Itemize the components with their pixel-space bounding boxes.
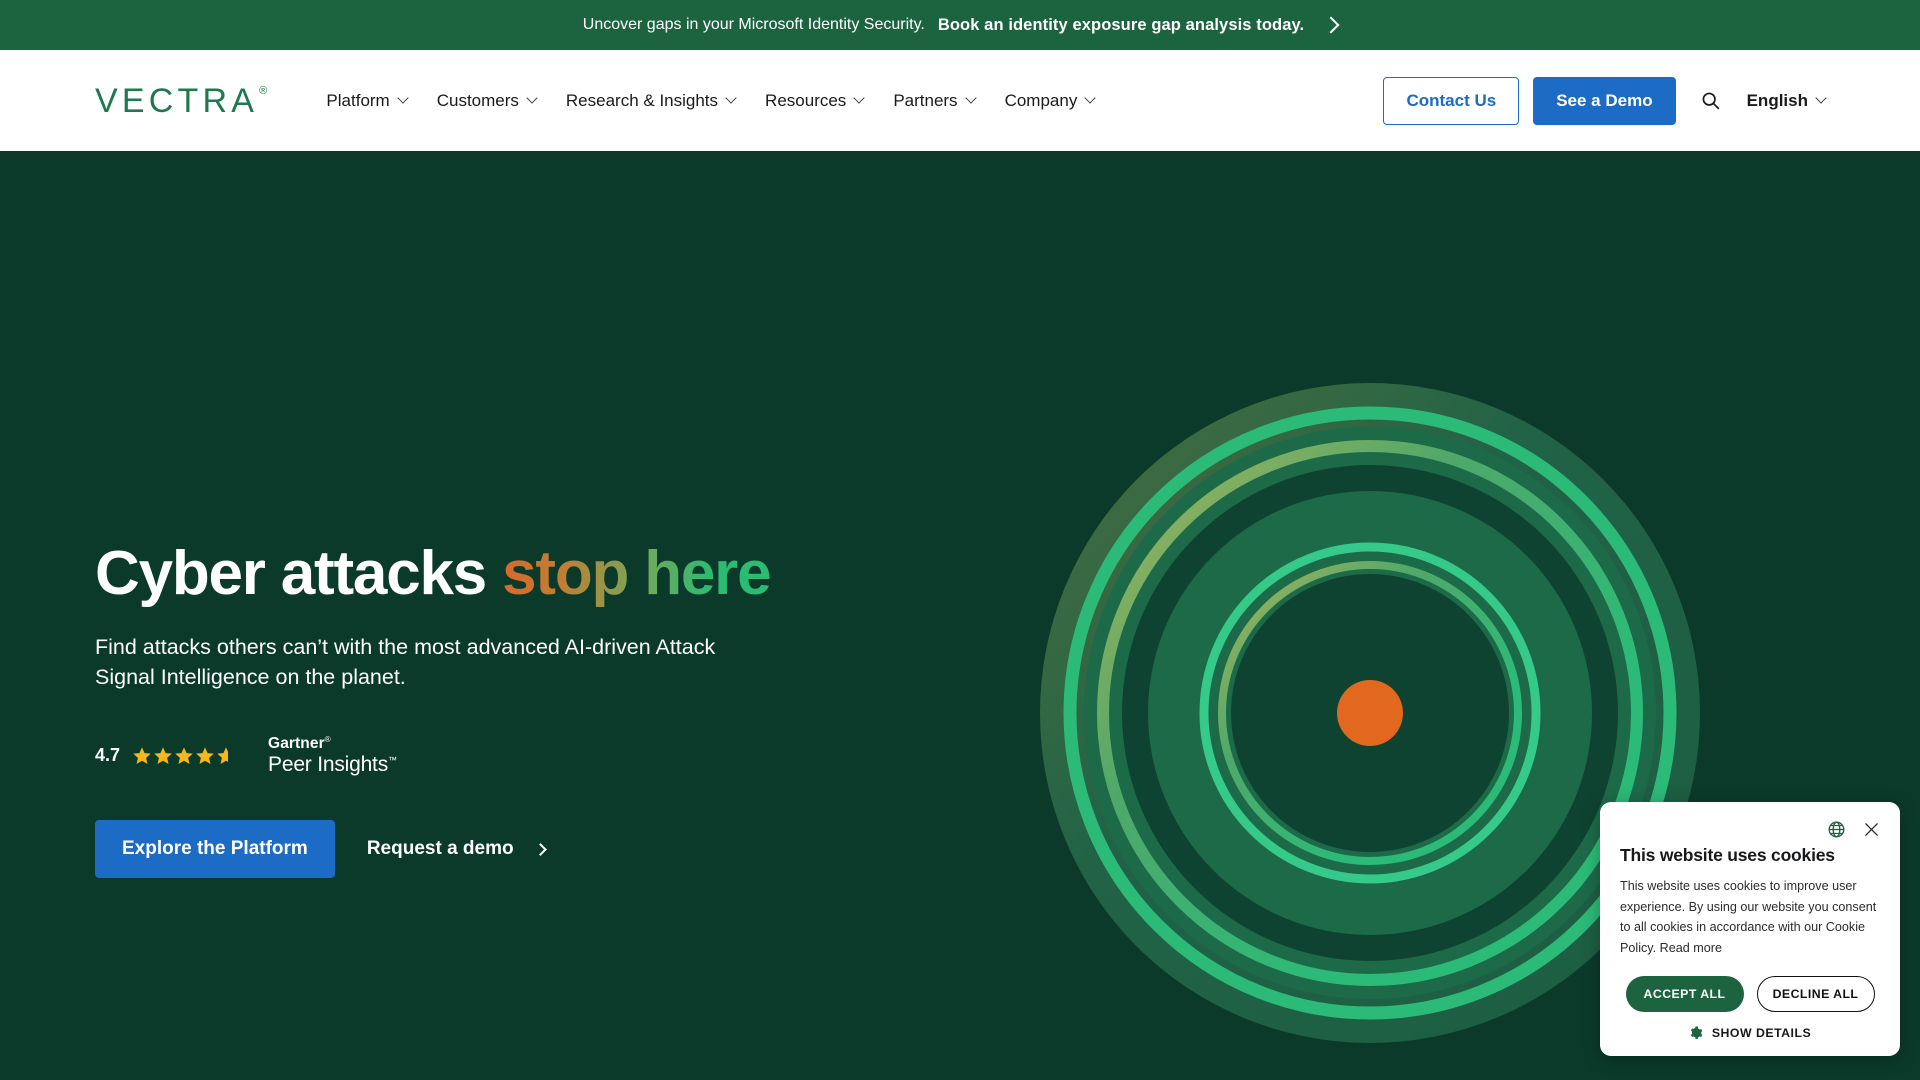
request-demo-label: Request a demo bbox=[366, 838, 514, 860]
accept-all-button[interactable]: ACCEPT ALL bbox=[1625, 976, 1744, 1012]
star-icon bbox=[196, 747, 214, 764]
cookie-close-button[interactable] bbox=[1863, 821, 1880, 838]
vectra-logo[interactable]: VECTRA ® bbox=[95, 84, 271, 118]
nav-item-label: Customers bbox=[436, 90, 519, 110]
chevron-down-icon bbox=[1815, 91, 1827, 104]
chevron-down-icon bbox=[1084, 91, 1096, 104]
hero-headline-gradient: stop here bbox=[502, 539, 771, 608]
nav-item-label: Company bbox=[1004, 90, 1078, 110]
globe-icon bbox=[1828, 821, 1845, 838]
peer-insights-label: Peer Insights bbox=[268, 752, 388, 776]
center-dot bbox=[1337, 680, 1403, 746]
close-icon bbox=[1865, 823, 1878, 836]
search-icon bbox=[1702, 92, 1719, 110]
nav-item-partners[interactable]: Partners bbox=[893, 90, 977, 111]
nav-item-label: Partners bbox=[893, 90, 958, 110]
logo-wordmark: VECTRA bbox=[95, 81, 259, 120]
nav-item-research-insights[interactable]: Research & Insights bbox=[565, 90, 737, 111]
announcement-link-label: Book an identity exposure gap analysis t… bbox=[937, 15, 1305, 34]
hero-content: Cyber attacks stop here Find attacks oth… bbox=[95, 541, 815, 879]
nav-actions: Contact Us See a Demo English bbox=[1383, 76, 1827, 125]
gartner-brand: Gartner® bbox=[268, 735, 397, 753]
registered-trademark-icon: ® bbox=[324, 734, 331, 744]
decline-all-button[interactable]: DECLINE ALL bbox=[1756, 976, 1875, 1012]
chevron-down-icon bbox=[725, 91, 737, 104]
star-icon bbox=[175, 747, 193, 764]
gartner-peer-insights-logo: Gartner® Peer Insights™ bbox=[268, 735, 397, 777]
show-details-label: SHOW DETAILS bbox=[1711, 1026, 1812, 1040]
show-details-button[interactable]: SHOW DETAILS bbox=[1620, 1026, 1880, 1040]
cookie-language-button[interactable] bbox=[1827, 820, 1846, 839]
chevron-right-icon bbox=[533, 842, 547, 856]
request-demo-button[interactable]: Request a demo bbox=[357, 820, 555, 878]
cookie-banner-actions: ACCEPT ALL DECLINE ALL bbox=[1620, 976, 1880, 1012]
explore-platform-button[interactable]: Explore the Platform bbox=[95, 820, 335, 879]
star-icon bbox=[154, 747, 172, 764]
hero-section: Cyber attacks stop here Find attacks oth… bbox=[0, 151, 1920, 1080]
chevron-down-icon bbox=[964, 91, 977, 104]
trademark-icon: ™ bbox=[388, 754, 397, 765]
cookie-banner-title: This website uses cookies bbox=[1620, 844, 1835, 865]
announcement-link[interactable]: Book an identity exposure gap analysis t… bbox=[938, 16, 1304, 35]
nav-item-customers[interactable]: Customers bbox=[436, 90, 538, 111]
nav-item-label: Platform bbox=[326, 90, 390, 110]
cookie-banner-header bbox=[1620, 820, 1880, 839]
nav-item-label: Resources bbox=[765, 90, 847, 110]
star-icon bbox=[133, 747, 151, 764]
gartner-brand-label: Gartner bbox=[268, 734, 325, 752]
hero-subheading: Find attacks others can’t with the most … bbox=[95, 634, 716, 690]
announcement-text: Uncover gaps in your Microsoft Identity … bbox=[582, 16, 925, 33]
cookie-consent-banner: This website uses cookies This website u… bbox=[1600, 801, 1900, 1056]
main-navigation: VECTRA ® Platform Customers Research & I… bbox=[0, 50, 1920, 151]
nav-item-platform[interactable]: Platform bbox=[326, 90, 409, 111]
see-a-demo-button[interactable]: See a Demo bbox=[1533, 76, 1676, 125]
rating-score: 4.7 bbox=[95, 745, 121, 766]
chevron-down-icon bbox=[853, 91, 865, 104]
language-selector[interactable]: English bbox=[1746, 90, 1827, 111]
hero-headline-plain: Cyber attacks bbox=[95, 539, 503, 608]
hero-cta-row: Explore the Platform Request a demo bbox=[95, 820, 815, 879]
search-button[interactable] bbox=[1700, 90, 1721, 111]
nav-links: Platform Customers Research & Insights R… bbox=[326, 90, 1096, 111]
peer-insights-brand: Peer Insights™ bbox=[268, 753, 397, 777]
announcement-bar: Uncover gaps in your Microsoft Identity … bbox=[0, 0, 1920, 50]
contact-us-button[interactable]: Contact Us bbox=[1383, 76, 1520, 125]
rating-stars bbox=[132, 746, 236, 766]
chevron-down-icon bbox=[526, 91, 538, 104]
gartner-rating: 4.7 Gartner® Peer Insights™ bbox=[95, 735, 815, 777]
nav-item-resources[interactable]: Resources bbox=[765, 90, 865, 111]
star-icon-partial bbox=[217, 747, 235, 764]
nav-item-company[interactable]: Company bbox=[1004, 90, 1096, 111]
gear-icon bbox=[1690, 1026, 1703, 1039]
nav-item-label: Research & Insights bbox=[565, 90, 719, 110]
registered-trademark-icon: ® bbox=[259, 84, 272, 97]
language-label: English bbox=[1746, 90, 1808, 110]
hero-headline: Cyber attacks stop here bbox=[95, 541, 815, 607]
chevron-right-icon bbox=[1322, 16, 1340, 34]
chevron-down-icon bbox=[397, 91, 409, 104]
cookie-banner-body: This website uses cookies to improve use… bbox=[1620, 878, 1877, 956]
